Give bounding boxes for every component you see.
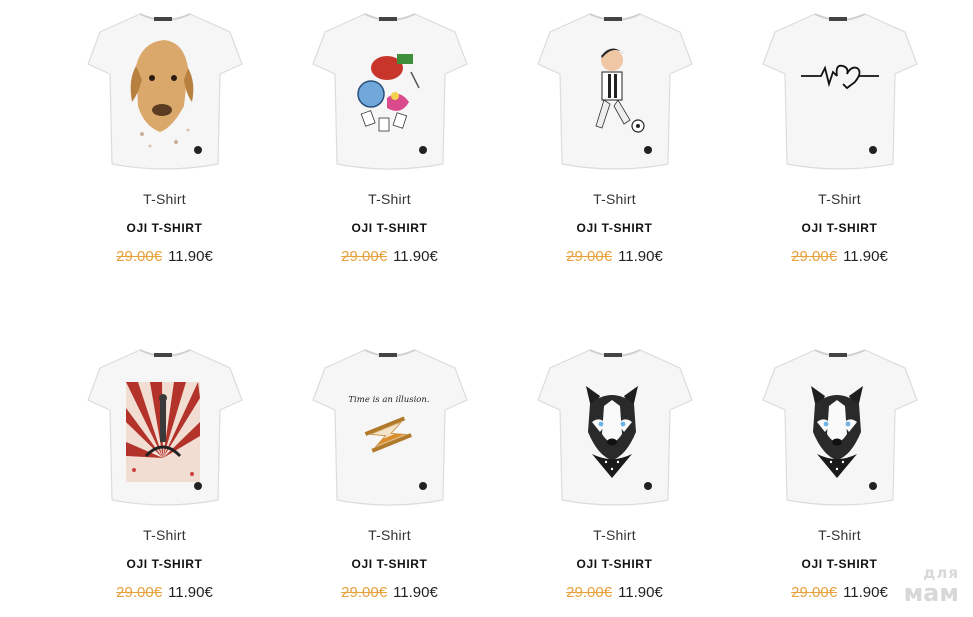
brand-logo-icon [194, 146, 202, 154]
product-category[interactable]: T-Shirt [277, 191, 502, 207]
original-price: 29.00€ [341, 248, 388, 265]
svg-text:Time is an illusion.: Time is an illusion. [348, 395, 429, 405]
product-category[interactable]: T-Shirt [52, 191, 277, 207]
product-category[interactable]: T-Shirt [502, 527, 727, 543]
sale-price: 11.90€ [168, 248, 213, 265]
brand-logo-icon [419, 146, 427, 154]
watermark-line-2: мам [903, 579, 959, 607]
product-image[interactable] [755, 338, 925, 516]
product-price: 29.00€ 11.90€ [52, 584, 277, 601]
product-title[interactable]: OJI T-SHIRT [502, 221, 727, 235]
brand-logo-icon [869, 146, 877, 154]
brand-logo-icon [869, 482, 877, 490]
original-price: 29.00€ [566, 584, 613, 601]
product-image[interactable] [755, 2, 925, 180]
product-price: 29.00€ 11.90€ [727, 248, 952, 265]
product-category[interactable]: T-Shirt [727, 191, 952, 207]
sale-price: 11.90€ [393, 248, 438, 265]
product-price: 29.00€ 11.90€ [502, 584, 727, 601]
sale-price: 11.90€ [843, 584, 888, 601]
product-image[interactable] [80, 2, 250, 180]
product-image[interactable]: Time is an illusion. [305, 338, 475, 516]
product-card[interactable]: T-Shirt OJI T-SHIRT 29.00€ 11.90€ [502, 336, 727, 617]
sale-price: 11.90€ [393, 584, 438, 601]
sale-price: 11.90€ [843, 248, 888, 265]
product-title[interactable]: OJI T-SHIRT [502, 557, 727, 571]
brand-logo-icon [644, 146, 652, 154]
product-category[interactable]: T-Shirt [277, 527, 502, 543]
sale-price: 11.90€ [168, 584, 213, 601]
original-price: 29.00€ [566, 248, 613, 265]
product-card[interactable]: T-Shirt OJI T-SHIRT 29.00€ 11.90€ [52, 336, 277, 617]
product-price: 29.00€ 11.90€ [52, 248, 277, 265]
product-card[interactable]: T-Shirt OJI T-SHIRT 29.00€ 11.90€ [52, 0, 277, 300]
product-title[interactable]: OJI T-SHIRT [277, 557, 502, 571]
watermark: для мам [903, 566, 959, 607]
product-card[interactable]: T-Shirt OJI T-SHIRT 29.00€ 11.90€ [277, 0, 502, 300]
product-category[interactable]: T-Shirt [52, 527, 277, 543]
sale-price: 11.90€ [618, 584, 663, 601]
product-title[interactable]: OJI T-SHIRT [727, 221, 952, 235]
product-title[interactable]: OJI T-SHIRT [52, 557, 277, 571]
original-price: 29.00€ [341, 584, 388, 601]
product-image[interactable] [530, 338, 700, 516]
product-category[interactable]: T-Shirt [727, 527, 952, 543]
original-price: 29.00€ [116, 248, 163, 265]
product-price: 29.00€ 11.90€ [502, 248, 727, 265]
product-category[interactable]: T-Shirt [502, 191, 727, 207]
brand-logo-icon [644, 482, 652, 490]
original-price: 29.00€ [791, 248, 838, 265]
brand-logo-icon [194, 482, 202, 490]
product-image[interactable] [530, 2, 700, 180]
product-card[interactable]: T-Shirt OJI T-SHIRT 29.00€ 11.90€ [502, 0, 727, 300]
sale-price: 11.90€ [618, 248, 663, 265]
original-price: 29.00€ [116, 584, 163, 601]
product-price: 29.00€ 11.90€ [277, 248, 502, 265]
product-card[interactable]: Time is an illusion. T-Shirt OJI T-SHIRT… [277, 336, 502, 617]
brand-logo-icon [419, 482, 427, 490]
product-price: 29.00€ 11.90€ [277, 584, 502, 601]
sunburst-figure-print [126, 382, 200, 482]
original-price: 29.00€ [791, 584, 838, 601]
product-title[interactable]: OJI T-SHIRT [277, 221, 502, 235]
product-title[interactable]: OJI T-SHIRT [52, 221, 277, 235]
product-image[interactable] [80, 338, 250, 516]
product-card[interactable]: T-Shirt OJI T-SHIRT 29.00€ 11.90€ [727, 0, 952, 300]
product-image[interactable] [305, 2, 475, 180]
